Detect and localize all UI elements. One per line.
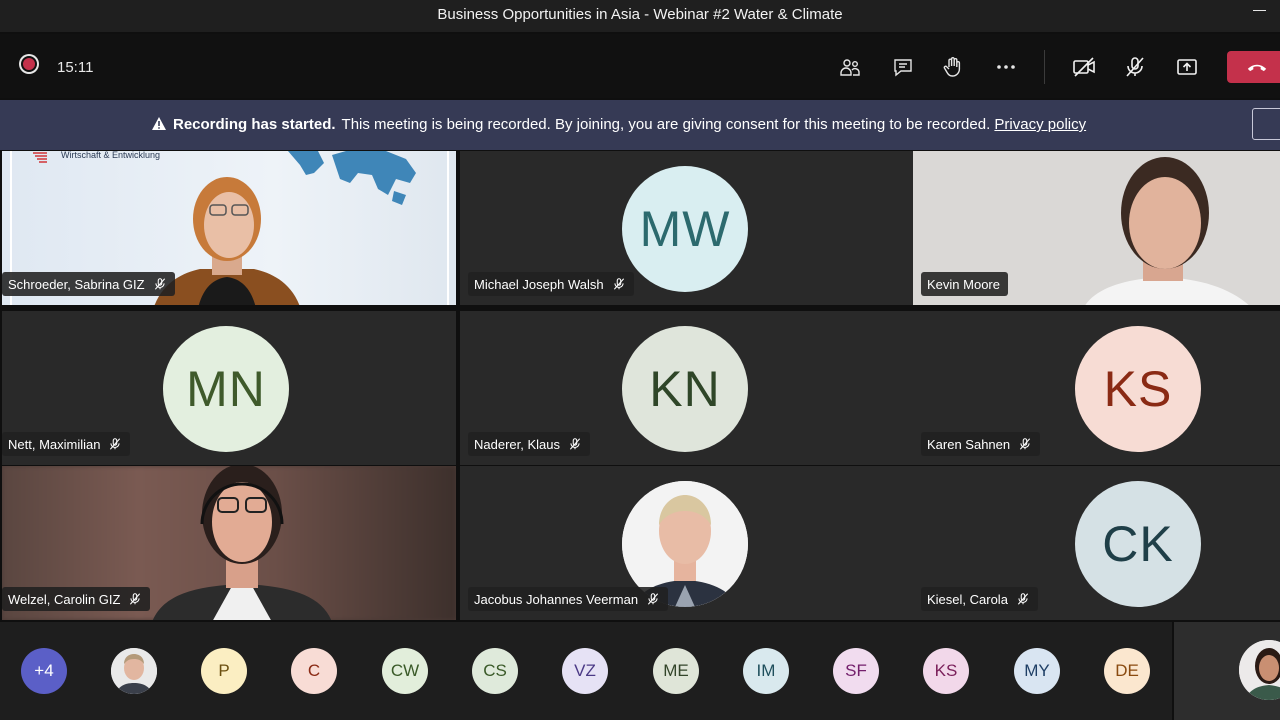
participant-tile[interactable]: MW Michael Joseph Walsh bbox=[460, 151, 914, 305]
privacy-policy-link[interactable]: Privacy policy bbox=[994, 116, 1086, 133]
hangup-icon bbox=[1247, 64, 1267, 72]
minimize-button[interactable] bbox=[1253, 10, 1266, 11]
participant-avatar: CK bbox=[1075, 481, 1201, 607]
mic-muted-icon bbox=[128, 592, 142, 606]
mic-muted-icon bbox=[568, 437, 582, 451]
mic-muted-icon bbox=[1016, 592, 1030, 606]
participants-button[interactable] bbox=[833, 50, 867, 84]
share-icon bbox=[1177, 59, 1197, 75]
mic-toggle-button[interactable] bbox=[1118, 50, 1152, 84]
participant-avatar[interactable]: CS bbox=[472, 648, 518, 694]
participant-name-chip: Welzel, Carolin GIZ bbox=[2, 587, 151, 611]
recording-indicator-icon bbox=[23, 58, 35, 70]
mic-muted-icon bbox=[1018, 437, 1032, 451]
participant-avatar: MN bbox=[163, 326, 289, 452]
participant-tile[interactable]: KS Karen Sahnen bbox=[913, 311, 1280, 465]
mic-muted-icon bbox=[646, 592, 660, 606]
profile-photo bbox=[111, 648, 157, 694]
participant-name-chip: Michael Joseph Walsh bbox=[468, 272, 634, 296]
banner-title: Recording has started. bbox=[173, 116, 336, 133]
meeting-timer: 15:11 bbox=[57, 59, 94, 76]
participant-name: Schroeder, Sabrina GIZ bbox=[8, 276, 145, 292]
title-bar: Business Opportunities in Asia - Webinar… bbox=[0, 0, 1280, 32]
mic-muted-icon bbox=[612, 277, 626, 291]
participant-name: Michael Joseph Walsh bbox=[474, 276, 604, 292]
warning-icon bbox=[151, 116, 167, 135]
more-options-button[interactable] bbox=[989, 50, 1023, 84]
participant-avatar: KS bbox=[1075, 326, 1201, 452]
mic-muted-icon bbox=[108, 437, 122, 451]
participant-name: Naderer, Klaus bbox=[474, 436, 560, 452]
mic-muted-icon bbox=[153, 277, 167, 291]
participant-tile[interactable]: Wirtschaft & Entwicklung Schroeder, Sabr… bbox=[2, 151, 456, 305]
chat-icon bbox=[894, 59, 912, 77]
participant-avatar[interactable]: C bbox=[291, 648, 337, 694]
raise-hand-button[interactable] bbox=[936, 50, 970, 84]
participant-tile[interactable]: CK Kiesel, Carola bbox=[913, 466, 1280, 620]
participant-name-chip: Naderer, Klaus bbox=[468, 432, 590, 456]
participant-tile[interactable]: Kevin Moore bbox=[913, 151, 1280, 305]
participant-avatar[interactable]: P bbox=[201, 648, 247, 694]
participant-name-chip: Nett, Maximilian bbox=[2, 432, 131, 456]
participant-avatar: KN bbox=[622, 326, 748, 452]
banner-dismiss-button[interactable] bbox=[1252, 108, 1280, 140]
participant-avatar[interactable]: VZ bbox=[562, 648, 608, 694]
camera-toggle-button[interactable] bbox=[1067, 50, 1101, 84]
banner-message: Recording has started. This meeting is be… bbox=[151, 116, 1086, 135]
world-map-graphic bbox=[288, 151, 416, 205]
participant-avatar[interactable]: DE bbox=[1104, 648, 1150, 694]
participant-name: Kiesel, Carola bbox=[927, 591, 1008, 607]
participant-tile[interactable]: MN Nett, Maximilian bbox=[2, 311, 456, 465]
participant-tile[interactable]: Jacobus Johannes Veerman bbox=[460, 466, 914, 620]
banner-text: This meeting is being recorded. By joini… bbox=[341, 116, 991, 133]
participant-name-chip: Karen Sahnen bbox=[921, 432, 1041, 456]
chat-button[interactable] bbox=[886, 50, 920, 84]
participant-avatar[interactable]: ME bbox=[653, 648, 699, 694]
participant-avatar[interactable]: CW bbox=[382, 648, 428, 694]
share-tray-button[interactable] bbox=[1170, 50, 1204, 84]
participant-avatar[interactable]: KS bbox=[923, 648, 969, 694]
participant-name: Kevin Moore bbox=[927, 276, 1000, 292]
window-title: Business Opportunities in Asia - Webinar… bbox=[437, 6, 843, 23]
participant-name: Nett, Maximilian bbox=[8, 436, 101, 452]
participant-name: Karen Sahnen bbox=[927, 436, 1011, 452]
participant-name: Jacobus Johannes Veerman bbox=[474, 591, 639, 607]
participant-avatar[interactable]: IM bbox=[743, 648, 789, 694]
participant-name-chip: Kiesel, Carola bbox=[921, 587, 1038, 611]
mic-off-icon bbox=[1126, 57, 1144, 77]
participant-avatar[interactable]: MY bbox=[1014, 648, 1060, 694]
participant-name: Welzel, Carolin GIZ bbox=[8, 591, 121, 607]
participant-tile[interactable]: KN Naderer, Klaus bbox=[460, 311, 914, 465]
participant-name-chip: Schroeder, Sabrina GIZ bbox=[2, 272, 175, 296]
recording-banner: Recording has started. This meeting is be… bbox=[0, 100, 1280, 150]
camera-off-icon bbox=[1073, 57, 1095, 77]
participant-tile[interactable]: Welzel, Carolin GIZ bbox=[2, 466, 456, 620]
more-icon bbox=[997, 65, 1015, 69]
participants-icon bbox=[840, 59, 860, 76]
participant-photo-avatar[interactable] bbox=[111, 648, 157, 694]
participant-avatar[interactable]: SF bbox=[833, 648, 879, 694]
controls-divider bbox=[1044, 50, 1045, 84]
participant-avatar: MW bbox=[622, 166, 748, 292]
participant-video bbox=[152, 466, 332, 620]
participant-name-chip: Kevin Moore bbox=[921, 272, 1008, 296]
leave-call-button[interactable] bbox=[1227, 51, 1280, 83]
participant-video bbox=[1085, 157, 1249, 305]
raise-hand-icon bbox=[943, 57, 961, 77]
participant-name-chip: Jacobus Johannes Veerman bbox=[468, 587, 669, 611]
organization-logo-icon bbox=[33, 152, 47, 163]
overflow-participants-button[interactable]: +4 bbox=[21, 648, 67, 694]
slide-brand-text: Wirtschaft & Entwicklung bbox=[61, 151, 161, 160]
